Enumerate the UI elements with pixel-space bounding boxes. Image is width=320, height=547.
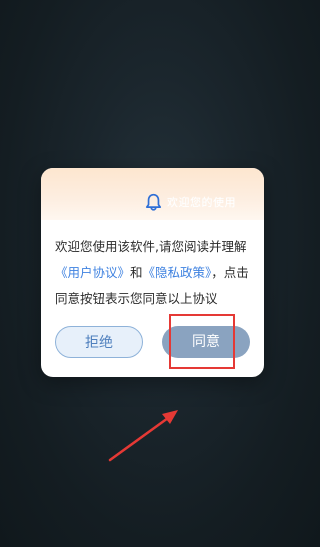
dialog-message: 欢迎您使用该软件,请您阅读并理解《用户协议》和《隐私政策》，点击同意按钮表示您同…	[55, 234, 255, 312]
bell-icon	[145, 193, 162, 211]
dialog-title: 欢迎您的使用	[167, 196, 236, 209]
message-conjunction: 和	[130, 265, 143, 280]
dialog-header: 欢迎您的使用	[41, 168, 264, 220]
agree-highlight-box	[169, 314, 235, 369]
reject-button[interactable]: 拒绝	[55, 326, 143, 358]
user-agreement-link[interactable]: 《用户协议》	[55, 265, 130, 280]
privacy-policy-link[interactable]: 《隐私政策》	[143, 265, 212, 280]
red-arrow-icon	[108, 410, 178, 462]
message-prefix: 欢迎您使用该软件,请您阅读并理解	[55, 239, 247, 254]
